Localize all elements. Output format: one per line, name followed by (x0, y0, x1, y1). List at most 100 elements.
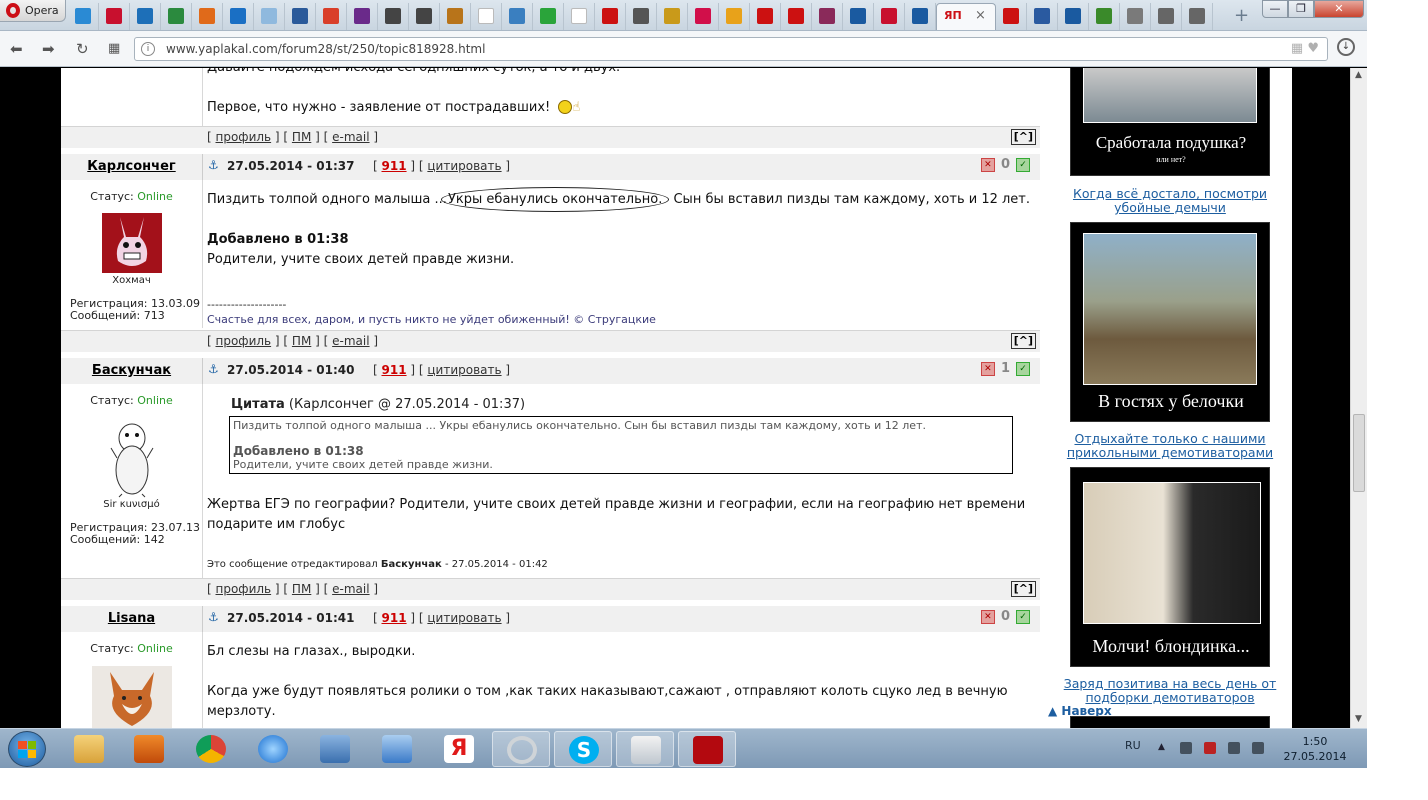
taskbar-volume-app[interactable] (306, 731, 364, 767)
close-window-button[interactable]: ✕ (1314, 0, 1364, 18)
start-button[interactable] (8, 731, 46, 767)
demotivator-link[interactable]: Отдыхайте только с нашими прикольными де… (1060, 432, 1280, 460)
scroll-down-icon[interactable]: ▼ (1355, 714, 1362, 724)
browser-tab[interactable] (440, 3, 471, 30)
taskbar-media-player[interactable] (120, 731, 178, 767)
site-info-icon[interactable]: i (141, 42, 155, 56)
pm-link[interactable]: ПМ (292, 130, 311, 144)
quote-link[interactable]: цитировать (427, 159, 501, 173)
browser-tab[interactable] (750, 3, 781, 30)
anchor-icon[interactable]: ⚓ (208, 362, 219, 376)
post-number-link[interactable]: 911 (382, 363, 407, 377)
opera-menu-button[interactable]: Opera (0, 0, 66, 22)
bookmark-heart-icon[interactable]: ▦ ♥ (1291, 41, 1319, 56)
show-hidden-icons-icon[interactable]: ▲ (1158, 742, 1170, 754)
taskbar-skype[interactable]: S (554, 731, 612, 767)
browser-tab[interactable] (1027, 3, 1058, 30)
browser-tab[interactable] (99, 3, 130, 30)
thumbs-down-icon[interactable]: ✕ (980, 361, 995, 376)
thumbs-up-icon[interactable]: ✓ (1016, 157, 1030, 172)
browser-tab[interactable] (1182, 3, 1213, 30)
browser-tab[interactable] (471, 3, 502, 30)
browser-tab[interactable] (657, 3, 688, 30)
demotivator-banner[interactable]: Сработала подушка? или нет? (1070, 68, 1270, 176)
browser-tab[interactable] (223, 3, 254, 30)
thumbs-up-icon[interactable]: ✓ (1016, 361, 1030, 376)
demotivator-banner[interactable] (1070, 716, 1270, 728)
post-author[interactable]: Карлсончег (61, 159, 202, 174)
quote-link[interactable]: цитировать (427, 611, 501, 625)
scroll-top-button[interactable]: [^] (1010, 333, 1036, 349)
browser-tab[interactable] (502, 3, 533, 30)
post-number-link[interactable]: 911 (382, 159, 407, 173)
browser-tab[interactable] (1120, 3, 1151, 30)
pm-link[interactable]: ПМ (292, 334, 311, 348)
taskbar-acrobat[interactable] (678, 731, 736, 767)
taskbar-mail[interactable] (368, 731, 426, 767)
taskbar-explorer[interactable] (60, 731, 118, 767)
post-author[interactable]: Lisana (61, 611, 202, 626)
browser-tab[interactable] (626, 3, 657, 30)
system-clock[interactable]: 1:50 27.05.2014 (1280, 734, 1350, 764)
anchor-icon[interactable]: ⚓ (208, 158, 219, 172)
browser-tab[interactable] (316, 3, 347, 30)
address-bar[interactable]: i www.yaplakal.com/forum28/st/250/topic8… (134, 37, 1328, 61)
browser-tab[interactable] (1089, 3, 1120, 30)
demotivator-banner[interactable]: Молчи! блондинка... (1070, 467, 1270, 667)
anchor-icon[interactable]: ⚓ (208, 610, 219, 624)
thumbs-down-icon[interactable]: ✕ (980, 157, 995, 172)
browser-tab[interactable] (533, 3, 564, 30)
thumbs-down-icon[interactable]: ✕ (980, 609, 995, 624)
quote-link[interactable]: цитировать (427, 363, 501, 377)
browser-tab[interactable] (285, 3, 316, 30)
browser-tab[interactable] (161, 3, 192, 30)
minimize-button[interactable]: — (1262, 0, 1288, 18)
edited-user[interactable]: Баскунчак (381, 559, 442, 570)
scroll-top-button[interactable]: [^] (1010, 581, 1036, 597)
browser-tab[interactable] (874, 3, 905, 30)
email-link[interactable]: e-mail (332, 130, 369, 144)
page-scrollbar[interactable]: ▲ ▼ (1350, 68, 1367, 728)
close-tab-icon[interactable]: × (975, 8, 986, 23)
flag-icon[interactable] (1204, 742, 1216, 754)
browser-tab[interactable] (595, 3, 626, 30)
browser-tab-active[interactable]: ЯП × (936, 3, 996, 30)
browser-tab[interactable] (347, 3, 378, 30)
demotivator-link[interactable]: Заряд позитива на весь день от подборки … (1060, 677, 1280, 705)
browser-tab[interactable] (781, 3, 812, 30)
email-link[interactable]: e-mail (332, 582, 369, 596)
scroll-top-button[interactable]: [^] (1010, 129, 1036, 145)
taskbar-notes[interactable] (616, 731, 674, 767)
browser-tab[interactable] (843, 3, 874, 30)
profile-link[interactable]: профиль (216, 334, 272, 348)
taskbar-opera[interactable] (492, 731, 550, 767)
taskbar-ie[interactable] (244, 731, 302, 767)
browser-tab[interactable] (254, 3, 285, 30)
device-icon[interactable] (1228, 742, 1240, 754)
taskbar-chrome[interactable] (182, 731, 240, 767)
post-author[interactable]: Баскунчак (61, 363, 202, 378)
browser-tab[interactable] (719, 3, 750, 30)
browser-tab[interactable] (68, 3, 99, 30)
browser-tab[interactable] (996, 3, 1027, 30)
profile-link[interactable]: профиль (216, 130, 272, 144)
network-icon[interactable] (1180, 742, 1192, 754)
forward-button[interactable]: ➡ (42, 40, 55, 58)
language-indicator[interactable]: RU (1125, 739, 1141, 752)
scroll-up-icon[interactable]: ▲ (1355, 70, 1362, 80)
speed-dial-icon[interactable]: ▦ (108, 41, 120, 56)
demotivator-link[interactable]: Когда всё достало, посмотри убойные демы… (1060, 187, 1280, 215)
scrollbar-thumb[interactable] (1353, 414, 1365, 492)
thumbs-up-icon[interactable]: ✓ (1016, 609, 1030, 624)
browser-tab[interactable] (564, 3, 595, 30)
browser-tab[interactable] (192, 3, 223, 30)
new-tab-button[interactable]: + (1234, 5, 1249, 26)
back-button[interactable]: ⬅ (10, 40, 23, 58)
browser-tab[interactable] (378, 3, 409, 30)
browser-tab[interactable] (130, 3, 161, 30)
reload-button[interactable]: ↻ (76, 40, 89, 58)
volume-icon[interactable] (1252, 742, 1264, 754)
browser-tab[interactable] (1058, 3, 1089, 30)
browser-tab[interactable] (1151, 3, 1182, 30)
pm-link[interactable]: ПМ (292, 582, 311, 596)
